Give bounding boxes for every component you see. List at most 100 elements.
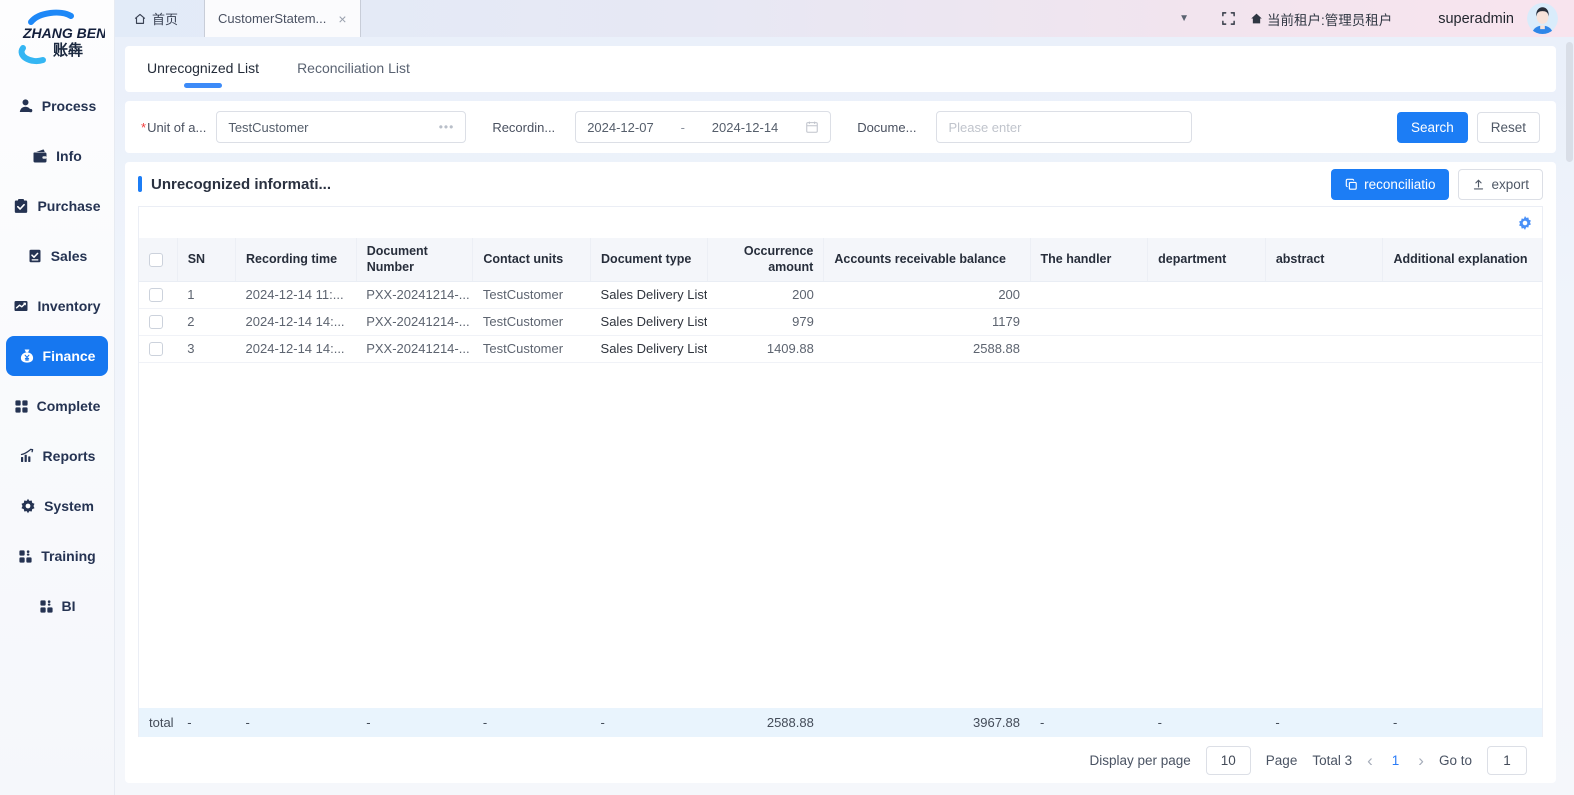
gear-icon [20,498,36,514]
cell-handler [1030,335,1148,362]
document-input[interactable]: Please enter [936,111,1192,143]
table-row[interactable]: 1 2024-12-14 11:... PXX-20241214-... Tes… [139,281,1542,308]
export-button[interactable]: export [1458,169,1543,200]
current-page-number[interactable]: 1 [1388,753,1404,768]
cell-department [1148,335,1266,362]
cell-document-type: Sales Delivery List [591,308,708,335]
col-contact-units[interactable]: Contact units [473,238,591,281]
total-dash: - [1383,708,1542,737]
sidebar-item-purchase[interactable]: Purchase [6,186,108,226]
sidebar-nav: Process Info Purchase [0,78,114,634]
reset-button[interactable]: Reset [1477,112,1540,143]
fullscreen-icon[interactable] [1221,11,1236,26]
cell-document-number: PXX-20241214-... [356,308,473,335]
pagination: Display per page 10 Page Total 3 ‹ 1 › G… [138,737,1543,783]
cell-document-type: Sales Delivery List [591,281,708,308]
sidebar-item-reports[interactable]: Reports [6,436,108,476]
total-dash: - [1148,708,1266,737]
sidebar-item-process[interactable]: Process [6,86,108,126]
breadcrumb-home[interactable]: 首页 [133,9,178,28]
cell-abstract [1265,308,1383,335]
sidebar-item-sales[interactable]: Sales [6,236,108,276]
col-additional-explanation[interactable]: Additional explanation [1383,238,1542,281]
date-range-picker[interactable]: 2024-12-07 - 2024-12-14 [575,111,831,143]
copy-icon [1345,178,1358,191]
sidebar-item-finance[interactable]: Finance [6,336,108,376]
search-button[interactable]: Search [1397,112,1468,143]
username[interactable]: superadmin [1438,11,1514,27]
cell-department [1148,281,1266,308]
tab-reconciliation-list[interactable]: Reconciliation List [297,46,410,92]
reconciliation-button[interactable]: reconciliatio [1331,169,1449,200]
col-recording-time[interactable]: Recording time [236,238,357,281]
scrollbar-thumb[interactable] [1566,42,1573,162]
sidebar-item-info[interactable]: Info [6,136,108,176]
sidebar-item-label: Info [56,148,82,164]
sidebar-item-training[interactable]: Training [6,536,108,576]
total-balance: 3967.88 [824,708,1030,737]
cell-occurrence-amount: 979 [707,308,824,335]
next-page-icon[interactable]: › [1418,752,1424,769]
table-toolbar [139,207,1542,238]
sidebar-item-inventory[interactable]: Inventory [6,286,108,326]
tenant-home-icon [1250,12,1263,25]
col-the-handler[interactable]: The handler [1030,238,1148,281]
col-accounts-receivable-balance[interactable]: Accounts receivable balance [824,238,1030,281]
page-size-input[interactable]: 10 [1206,746,1251,775]
sidebar-item-system[interactable]: System [6,486,108,526]
tenant-info[interactable]: 当前租户:管理员租户 [1250,9,1392,29]
close-icon[interactable]: × [338,11,346,27]
window-scrollbar[interactable] [1566,42,1573,782]
sidebar-item-label: Inventory [37,298,100,314]
row-checkbox[interactable] [149,288,163,302]
column-settings-gear-icon[interactable] [1517,215,1533,231]
prev-page-icon[interactable]: ‹ [1367,752,1373,769]
sidebar-item-label: Complete [37,398,101,414]
cell-balance: 2588.88 [824,335,1030,362]
unit-select[interactable]: TestCustomer ••• [216,111,466,143]
col-document-number[interactable]: Document Number [356,238,473,281]
cell-document-type: Sales Delivery List [591,335,708,362]
sidebar-item-label: Purchase [37,198,100,214]
row-checkbox[interactable] [149,342,163,356]
total-dash: - [1030,708,1148,737]
cell-department [1148,308,1266,335]
col-abstract[interactable]: abstract [1265,238,1383,281]
select-all-checkbox[interactable] [149,253,163,267]
sidebar-item-label: Training [41,548,95,564]
route-tab-customer-statement[interactable]: CustomerStatem... × [204,0,361,37]
page-word-label: Page [1266,753,1298,768]
total-row: total - - - - - 2588.88 3967.88 - - - - [139,708,1542,737]
filter-panel: *Unit of a... TestCustomer ••• Recordin.… [125,101,1556,153]
cell-abstract [1265,281,1383,308]
unit-filter-label: *Unit of a... [141,120,206,135]
tab-reconciliation-label: Reconciliation List [297,60,410,76]
ellipsis-picker-icon[interactable]: ••• [439,120,455,134]
avatar[interactable] [1527,3,1558,34]
sidebar-item-complete[interactable]: Complete [6,386,108,426]
money-bag-icon [19,348,35,364]
table-row[interactable]: 3 2024-12-14 14:... PXX-20241214-... Tes… [139,335,1542,362]
col-document-type[interactable]: Document type [591,238,708,281]
goto-label: Go to [1439,753,1472,768]
sidebar-item-bi[interactable]: BI [6,586,108,626]
goto-page-input[interactable]: 1 [1487,746,1527,775]
col-department[interactable]: department [1148,238,1266,281]
date-to-value[interactable]: 2024-12-14 [712,120,779,135]
chevron-down-icon[interactable]: ▼ [1179,13,1189,24]
breadcrumb-home-label: 首页 [152,9,178,28]
tab-unrecognized-list[interactable]: Unrecognized List [147,46,259,92]
cell-abstract [1265,335,1383,362]
document-check-icon [27,248,43,264]
cell-contact-units: TestCustomer [473,308,591,335]
table-row[interactable]: 2 2024-12-14 14:... PXX-20241214-... Tes… [139,308,1542,335]
total-dash: - [177,708,235,737]
page-tabs: Unrecognized List Reconciliation List [125,46,1556,92]
grid-icon [14,399,29,414]
sidebar-item-label: Sales [51,248,88,264]
col-occurrence-amount[interactable]: Occurrence amount [707,238,824,281]
col-sn[interactable]: SN [177,238,235,281]
row-checkbox[interactable] [149,315,163,329]
date-from-value[interactable]: 2024-12-07 [587,120,654,135]
cell-extra [1383,335,1542,362]
